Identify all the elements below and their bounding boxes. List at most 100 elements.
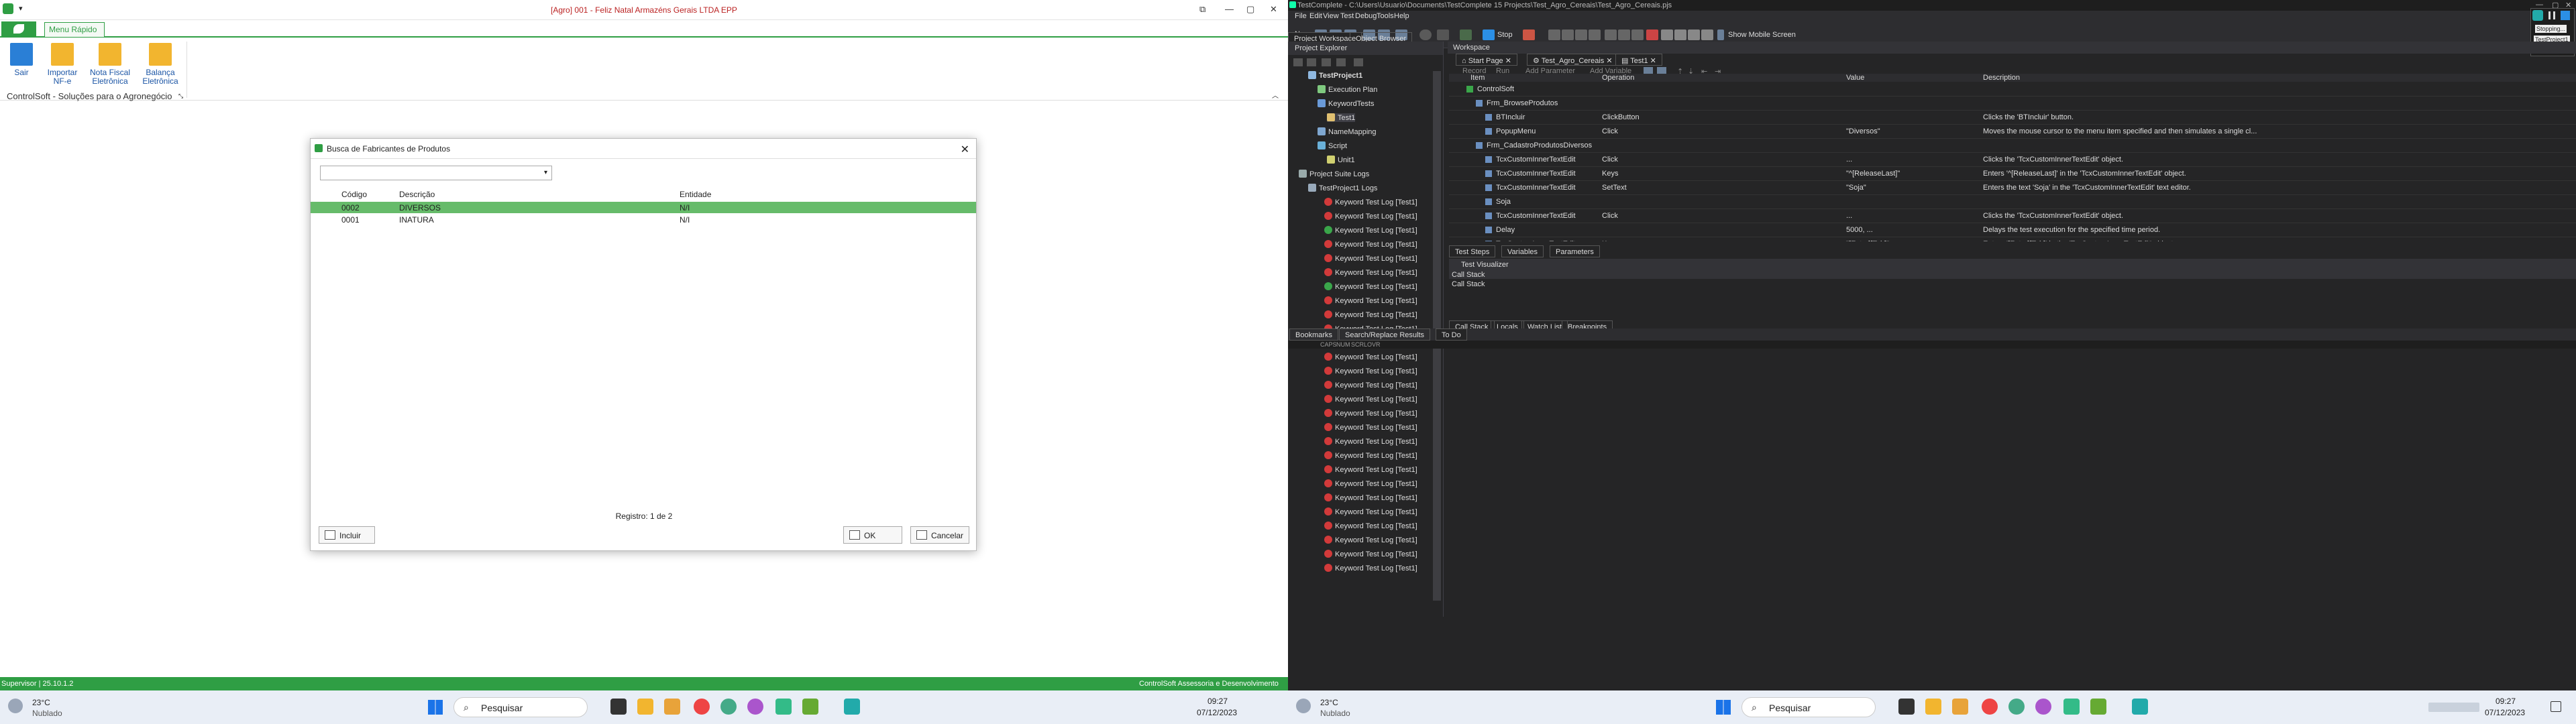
grid-row[interactable] — [1449, 97, 2576, 111]
task-view-icon[interactable] — [1898, 699, 1915, 715]
tab-test-steps[interactable]: Test Steps — [1449, 245, 1496, 257]
gear-icon[interactable] — [1661, 29, 1673, 40]
tray-icons[interactable] — [2428, 703, 2479, 712]
stop-recording-button[interactable] — [2561, 11, 2570, 20]
maximize-button[interactable]: ▢ — [1246, 4, 1254, 15]
testcomplete-taskbar-icon[interactable] — [2132, 699, 2148, 715]
testcomplete-taskbar-icon[interactable] — [844, 699, 860, 715]
dialog-close-button[interactable]: ✕ — [961, 143, 969, 156]
up-icon[interactable] — [1322, 58, 1331, 66]
restore-icon[interactable]: ⧉ — [1199, 4, 1205, 15]
col-header-value[interactable]: Value — [1846, 74, 1864, 82]
log-item[interactable]: Keyword Test Log [Test1] — [1324, 423, 1417, 432]
gear-plus-icon[interactable] — [1674, 29, 1686, 40]
balanca-button[interactable]: Balança Eletrônica — [137, 43, 184, 86]
tab-parameters[interactable]: Parameters — [1550, 245, 1600, 257]
tree-item[interactable]: TestProject1 Logs — [1308, 184, 1377, 192]
tree-item[interactable]: TestProject1 — [1308, 71, 1362, 80]
chrome-app-icon[interactable] — [2035, 699, 2051, 715]
pause-button[interactable] — [2548, 11, 2555, 19]
importar-nfe-button[interactable]: Importar NF-e — [39, 43, 86, 86]
forward-icon[interactable] — [1307, 58, 1316, 66]
menu-tools[interactable]: Tools — [1377, 12, 1394, 20]
table-row[interactable]: 0002 DIVERSOS N/I — [311, 202, 976, 213]
tree-item[interactable]: Execution Plan — [1318, 85, 1377, 94]
col-header-descricao[interactable]: Descrição — [399, 190, 435, 199]
log-item[interactable]: Keyword Test Log [Test1] — [1324, 395, 1417, 404]
step-icon[interactable] — [1562, 29, 1574, 40]
menu-edit[interactable]: Edit — [1309, 12, 1322, 20]
log-item[interactable]: Keyword Test Log [Test1] — [1324, 212, 1417, 221]
search-combo[interactable]: ▾ — [320, 166, 552, 180]
log-item[interactable]: Keyword Test Log [Test1] — [1324, 409, 1417, 418]
home-button[interactable] — [1, 21, 36, 36]
explorer-icon[interactable] — [664, 699, 680, 715]
file-explorer-icon[interactable] — [637, 699, 653, 715]
stop-label[interactable]: Stop — [1497, 31, 1513, 39]
tab-start-page[interactable]: ⌂ Start Page ✕ — [1456, 54, 1517, 66]
log-item[interactable]: Keyword Test Log [Test1] — [1324, 522, 1417, 530]
incluir-button[interactable]: Incluir — [319, 526, 375, 544]
sair-button[interactable]: Sair — [0, 43, 45, 77]
controlsoft-taskbar-icon[interactable] — [802, 699, 818, 715]
close-icon[interactable]: ✕ — [1604, 57, 1612, 65]
minimize-button[interactable]: — — [1225, 4, 1234, 14]
menu-help[interactable]: Help — [1394, 12, 1409, 20]
log-item[interactable]: Keyword Test Log [Test1] — [1324, 353, 1417, 361]
gear-check-icon[interactable] — [1701, 29, 1713, 40]
col-header-item[interactable]: Item — [1470, 74, 1485, 82]
breakpoint-icon[interactable] — [1618, 29, 1630, 40]
close-button[interactable]: ✕ — [1270, 4, 1277, 15]
tree-item[interactable]: Script — [1318, 141, 1347, 150]
group-expand-icon[interactable]: ⤡ — [178, 93, 183, 100]
tree-item[interactable]: NameMapping — [1318, 127, 1377, 136]
log-item[interactable]: Keyword Test Log [Test1] — [1324, 465, 1417, 474]
chrome-profile-icon[interactable] — [720, 699, 737, 715]
debug-icon[interactable] — [1523, 29, 1535, 40]
grid-row[interactable] — [1449, 139, 2576, 153]
menu-view[interactable]: View — [1323, 12, 1339, 20]
step-over-icon[interactable] — [1575, 29, 1587, 40]
tree-item[interactable]: Test1 — [1327, 113, 1356, 122]
menu-debug[interactable]: Debug — [1355, 12, 1377, 20]
tab-variables[interactable]: Variables — [1501, 245, 1544, 257]
col-header-description[interactable]: Description — [1983, 74, 2020, 82]
explorer-icon[interactable] — [1952, 699, 1968, 715]
tab-bookmarks[interactable]: Bookmarks — [1289, 328, 1339, 341]
log-item[interactable]: Keyword Test Log [Test1] — [1324, 296, 1417, 305]
log-item[interactable]: Keyword Test Log [Test1] — [1324, 310, 1417, 319]
log-item[interactable]: Keyword Test Log [Test1] — [1324, 198, 1417, 206]
controlsoft-taskbar-icon[interactable] — [2090, 699, 2106, 715]
show-mobile-screen-button[interactable]: Show Mobile Screen — [1728, 31, 1796, 39]
log-item[interactable]: Keyword Test Log [Test1] — [1324, 536, 1417, 544]
back-icon[interactable] — [1293, 58, 1303, 66]
app-icon[interactable] — [2063, 699, 2080, 715]
pause-icon[interactable] — [1548, 29, 1560, 40]
file-explorer-icon[interactable] — [1925, 699, 1941, 715]
step-out-icon[interactable] — [1589, 29, 1601, 40]
col-header-codigo[interactable]: Código — [341, 190, 367, 199]
windows-start-icon[interactable] — [428, 700, 443, 715]
chrome-icon[interactable] — [1982, 699, 1998, 715]
table-row[interactable]: 0001 INATURA N/I — [311, 214, 976, 225]
close-icon[interactable]: ✕ — [1503, 57, 1511, 65]
chrome-profile-icon[interactable] — [2008, 699, 2025, 715]
log-item[interactable]: Keyword Test Log [Test1] — [1324, 550, 1417, 558]
chrome-icon[interactable] — [694, 699, 710, 715]
search-input[interactable]: ⌕ Pesquisar — [1741, 697, 1876, 717]
log-item[interactable]: Keyword Test Log [Test1] — [1324, 254, 1417, 263]
properties-icon[interactable] — [1336, 58, 1346, 66]
log-item[interactable]: Keyword Test Log [Test1] — [1324, 226, 1417, 235]
tree-item[interactable]: Unit1 — [1327, 156, 1355, 164]
bug-icon[interactable] — [1646, 29, 1658, 40]
cancelar-button[interactable]: Cancelar — [910, 526, 969, 544]
tab-search-replace[interactable]: Search/Replace Results — [1339, 328, 1431, 341]
log-item[interactable]: Keyword Test Log [Test1] — [1324, 451, 1417, 460]
tree-item[interactable]: Project Suite Logs — [1299, 170, 1369, 178]
tree-item[interactable]: KeywordTests — [1318, 99, 1374, 108]
log-item[interactable]: Keyword Test Log [Test1] — [1324, 479, 1417, 488]
collapse-ribbon-icon[interactable]: ︿ — [1272, 90, 1279, 100]
log-item[interactable]: Keyword Test Log [Test1] — [1324, 493, 1417, 502]
settings-icon[interactable] — [1354, 58, 1363, 66]
log-item[interactable]: Keyword Test Log [Test1] — [1324, 564, 1417, 572]
